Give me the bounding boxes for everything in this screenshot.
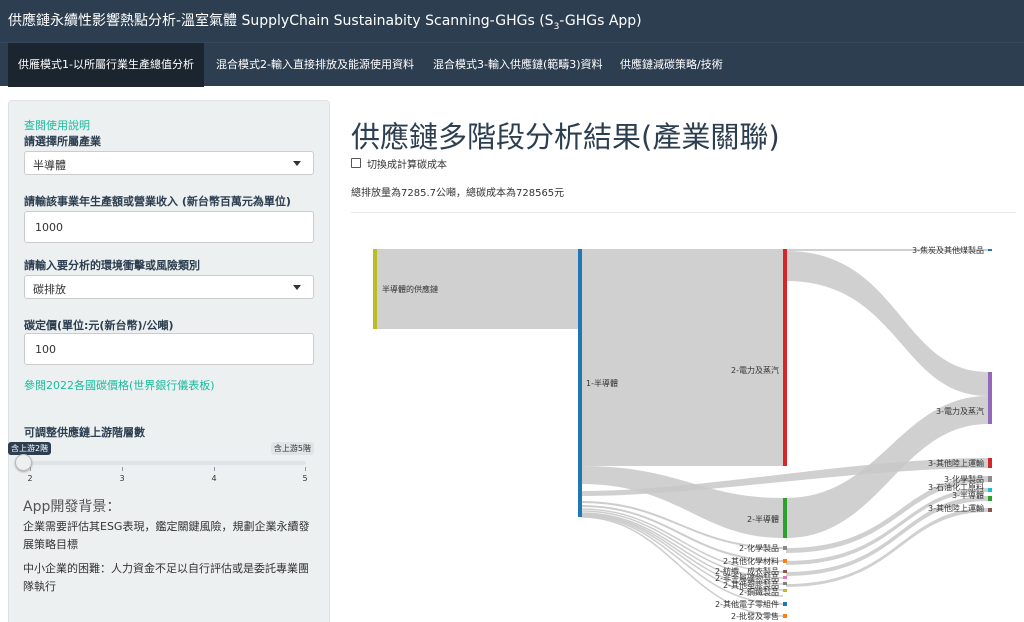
slider-tick — [30, 467, 31, 471]
background-heading: App開發背景： — [23, 499, 121, 515]
slider-tick-label: 3 — [119, 474, 125, 483]
sankey-node-bar[interactable] — [373, 249, 377, 329]
slider-max-badge: 含上游5階 — [270, 442, 314, 455]
sankey-node-label: 3-電力及蒸汽 — [936, 406, 984, 416]
sankey-diagram: 半導體的供應鏈 1-半導體 2-電力及蒸汽 2-半導體 2-化學製品 2-其他化… — [373, 245, 992, 621]
caret-down-icon — [293, 161, 301, 166]
slider-tick — [122, 467, 123, 471]
carbon-cost-checkbox[interactable] — [351, 158, 361, 168]
sankey-node-bar[interactable] — [988, 458, 992, 468]
background-paragraph-1: 企業需要評估其ESG表現，鑑定關鍵風險，規劃企業永續發展策略目標 — [23, 520, 310, 551]
slider-label: 可調整供應鏈上游階層數 — [24, 426, 145, 439]
page-title: 供應鏈多階段分析結果(產業關聯) — [351, 120, 780, 154]
sankey-link — [786, 251, 988, 396]
sankey-link — [581, 466, 783, 538]
tab-bar: 供雁模式1-以所屬行業生產總值分析 混合模式2-輸入直接排放及能源使用資料 混合… — [0, 42, 1024, 87]
sankey-node-bar[interactable] — [578, 249, 582, 517]
sankey-node-bar[interactable] — [783, 614, 787, 618]
slider-tick-label: 5 — [302, 474, 308, 483]
sankey-node-label: 2-電力及蒸汽 — [731, 365, 779, 375]
slider-tick — [305, 467, 306, 471]
slider-tick-label: 2 — [27, 474, 33, 483]
revenue-input[interactable]: 1000 — [24, 211, 314, 243]
sankey-link — [581, 249, 783, 466]
app-title: 供應鏈永續性影響熱點分析-溫室氣體 SupplyChain Sustainabi… — [0, 0, 1024, 42]
impact-select[interactable]: 碳排放 — [24, 275, 314, 299]
sankey-node-bar[interactable] — [783, 498, 787, 538]
sankey-node-label: 2-化學製品 — [739, 543, 779, 553]
sankey-node-label: 2-批發及零售 — [731, 611, 779, 621]
caret-down-icon — [293, 285, 301, 290]
divider — [351, 212, 1016, 213]
sankey-node-bar[interactable] — [988, 488, 992, 492]
sankey-links — [377, 249, 988, 587]
slider-min-badge: 含上游2階 — [8, 442, 52, 455]
sankey-node-bar[interactable] — [988, 372, 992, 424]
tab-strategy[interactable]: 供應鏈減碳策略/技術 — [610, 43, 733, 87]
help-link[interactable]: 查閱使用說明 — [24, 117, 90, 133]
tab-mode3[interactable]: 混合模式3-輸入供應鏈(範疇3)資料 — [423, 43, 613, 87]
sankey-node-bar[interactable] — [783, 589, 787, 592]
carbon-price-link[interactable]: 參閱2022各國碳價格(世界銀行儀表板) — [24, 377, 215, 393]
carbon-cost-checkbox-label[interactable]: 切換成計算碳成本 — [367, 156, 447, 171]
sankey-node-bar[interactable] — [783, 576, 787, 579]
sankey-node-bar[interactable] — [988, 249, 992, 251]
sankey-node-label: 2-鋼鐵製品 — [739, 587, 779, 597]
sankey-node-bar[interactable] — [988, 476, 992, 482]
industry-select-value: 半導體 — [33, 159, 66, 172]
sankey-node-label: 1-半導體 — [586, 378, 618, 388]
tab-mode2[interactable]: 混合模式2-輸入直接排放及能源使用資料 — [206, 43, 424, 87]
sankey-node-bar[interactable] — [783, 570, 787, 573]
sankey-node-label: 3-其他陸上運輸 — [928, 458, 984, 468]
sankey-node-bar[interactable] — [988, 508, 992, 512]
carbon-price-label: 碳定價(單位:元(新台幣)/公噸) — [24, 319, 174, 332]
sankey-node-bar[interactable] — [783, 582, 787, 585]
impact-label: 請輸入要分析的環境衝擊或風險類別 — [24, 259, 200, 272]
background-paragraph-2: 中小企業的困難：人力資金不足以自行評估或是委託專業團隊執行 — [23, 562, 309, 593]
slider-tick-label: 4 — [211, 474, 217, 483]
slider-track[interactable] — [22, 461, 306, 465]
revenue-label: 請輸該事業年生產額或營業收入 (新台幣百萬元為單位) — [24, 195, 291, 208]
sankey-node-label: 3-焦炭及其他煤製品 — [912, 245, 984, 255]
sankey-node-label: 3-半導體 — [952, 490, 984, 500]
sankey-node-label: 半導體的供應鏈 — [382, 284, 438, 294]
sankey-node-bar[interactable] — [783, 559, 787, 563]
sankey-node-bar[interactable] — [783, 546, 787, 550]
sankey-node-bar[interactable] — [783, 602, 787, 606]
carbon-price-input[interactable]: 100 — [24, 333, 314, 365]
sankey-node-label: 3-其他陸上運輸 — [928, 503, 984, 513]
industry-label: 請選擇所屬產業 — [24, 135, 101, 148]
emission-summary: 總排放量為7285.7公噸，總碳成本為728565元 — [351, 188, 565, 199]
sankey-node-label: 2-其他電子零組件 — [715, 599, 779, 609]
industry-select[interactable]: 半導體 — [24, 151, 314, 175]
impact-select-value: 碳排放 — [33, 283, 66, 296]
tab-mode1[interactable]: 供雁模式1-以所屬行業生產總值分析 — [8, 43, 204, 87]
sankey-node-bar[interactable] — [783, 249, 787, 466]
sankey-node-label: 2-其他化學材料 — [723, 556, 779, 566]
sankey-node-label: 2-半導體 — [747, 514, 779, 524]
sankey-node-bar[interactable] — [988, 496, 992, 501]
slider-tick — [214, 467, 215, 471]
